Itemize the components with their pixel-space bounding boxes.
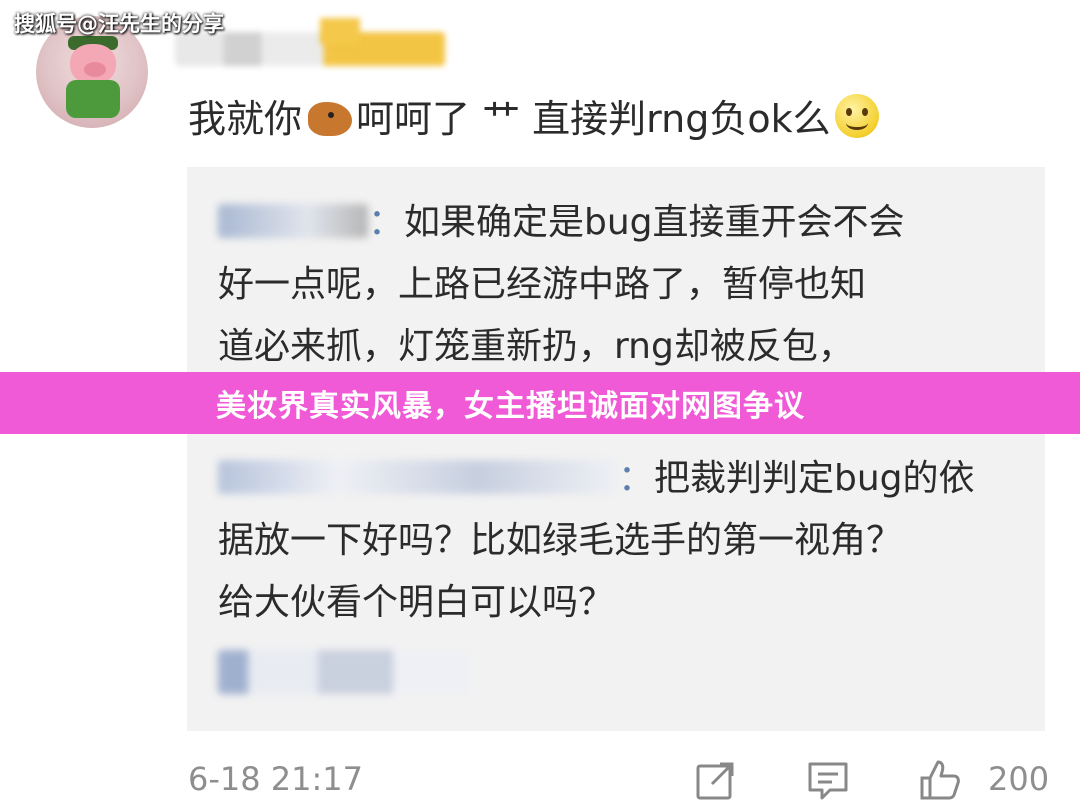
user-badge-blurred — [320, 18, 360, 44]
avatar-body-shape — [66, 80, 120, 118]
smile-emoji-icon — [834, 94, 879, 138]
horse-emoji-icon — [302, 98, 356, 138]
headline-banner: 美妆界真实风暴，女主播坦诚面对网图争议 — [0, 372, 1080, 434]
reply-text-line: 给大伙看个明白可以吗？ — [218, 582, 615, 623]
comment-text-part2: 呵呵了 艹 直接判rng负ok么 — [356, 97, 831, 141]
reply-author-colon: ： — [368, 202, 405, 243]
like-count: 200 — [988, 760, 1050, 798]
share-icon[interactable] — [694, 758, 738, 802]
comment-text: 我就你 呵呵了 艹 直接判rng负ok么 — [188, 94, 879, 142]
comment-icon[interactable] — [806, 758, 850, 802]
reply-author-blurred[interactable] — [218, 460, 618, 494]
reply-text-line: 把裁判判定bug的依 — [654, 458, 975, 499]
reply-author-blurred[interactable] — [218, 204, 368, 238]
reply-text-line: 如果确定是bug直接重开会不会 — [404, 202, 905, 243]
comment-text-part1: 我就你 — [188, 97, 303, 141]
headline-text: 美妆界真实风暴，女主播坦诚面对网图争议 — [216, 389, 805, 424]
reply-line: ：把裁判判定bug的依 — [218, 448, 975, 510]
reply-item[interactable]: ：把裁判判定bug的依 据放一下好吗？比如绿毛选手的第一视角？ 给大伙看个明白可… — [218, 448, 975, 634]
timestamp: 6-18 21:17 — [188, 760, 364, 798]
reply-line: ：如果确定是bug直接重开会不会 — [218, 192, 905, 254]
reply-text-line: 据放一下好吗？比如绿毛选手的第一视角？ — [218, 520, 903, 561]
reply-text-line: 好一点呢，上路已经游中路了，暂停也知 — [218, 264, 867, 305]
more-replies-link-blurred[interactable] — [218, 650, 468, 694]
reply-author-colon: ： — [618, 458, 655, 499]
avatar-snout-shape — [84, 62, 106, 77]
comment-footer: 6-18 21:17 200 — [0, 752, 1080, 807]
thumbs-up-icon[interactable] — [918, 758, 962, 802]
reply-text-line: 道必来抓，灯笼重新扔，rng却被反包， — [218, 326, 854, 367]
watermark: 搜狐号@汪先生的分享 — [14, 12, 224, 36]
reply-item[interactable]: ：如果确定是bug直接重开会不会 好一点呢，上路已经游中路了，暂停也知 道必来抓… — [218, 192, 905, 378]
